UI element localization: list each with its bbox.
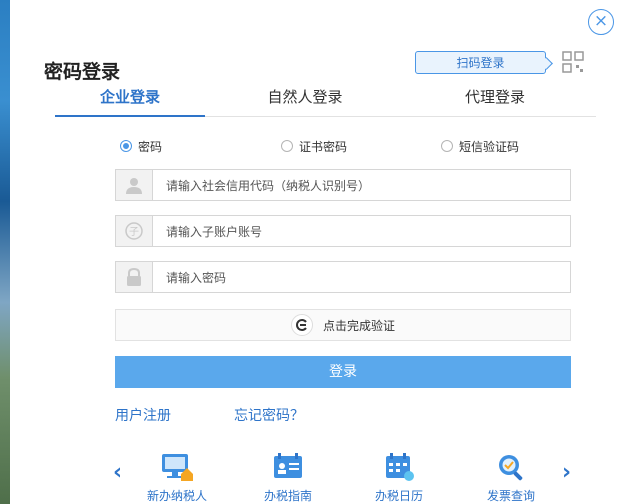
service-label: 办税日历 <box>374 489 423 503</box>
new-taxpayer-icon <box>162 454 193 481</box>
user-icon <box>116 170 153 200</box>
login-tabs: 企业登录 自然人登录 代理登录 <box>55 86 596 117</box>
svg-text:子: 子 <box>129 226 139 238</box>
sub-account-icon: 子 <box>116 216 153 246</box>
radio-label: 短信验证码 <box>459 139 520 154</box>
guide-icon <box>274 453 302 478</box>
sub-account-input[interactable] <box>164 221 563 243</box>
next-arrow-icon[interactable]: › <box>562 460 571 485</box>
sub-account-field: 子 <box>115 215 571 247</box>
radio-sms[interactable]: 短信验证码 <box>441 137 519 155</box>
qr-login-button[interactable]: 扫码登录 <box>415 51 546 74</box>
service-new-taxpayer[interactable]: 新办纳税人 <box>132 452 222 504</box>
captcha-verify-button[interactable]: 点击完成验证 <box>115 309 571 341</box>
radio-dot-selected <box>120 140 132 152</box>
password-input[interactable] <box>164 267 563 289</box>
radio-label: 证书密码 <box>299 139 348 154</box>
qr-code-icon[interactable] <box>562 51 584 73</box>
radio-dot <box>441 140 453 152</box>
forgot-password-link[interactable]: 忘记密码？ <box>234 405 304 425</box>
tab-agent[interactable]: 代理登录 <box>415 86 575 116</box>
background-strip <box>0 0 10 504</box>
lock-icon <box>116 262 153 292</box>
verify-logo-icon <box>290 314 313 336</box>
credit-code-field <box>115 169 571 201</box>
radio-password[interactable]: 密码 <box>120 137 162 155</box>
service-invoice-query[interactable]: 发票查询 <box>466 452 556 504</box>
radio-dot <box>281 140 293 152</box>
service-label: 发票查询 <box>486 489 535 503</box>
close-icon[interactable]: × <box>588 9 614 35</box>
service-label: 新办纳税人 <box>146 489 207 503</box>
radio-label: 密码 <box>138 139 163 154</box>
service-tax-calendar[interactable]: 办税日历 <box>354 452 444 504</box>
tab-individual[interactable]: 自然人登录 <box>225 86 385 116</box>
dialog-title: 密码登录 <box>44 61 121 83</box>
tab-enterprise[interactable]: 企业登录 <box>55 86 205 117</box>
credit-code-input[interactable] <box>164 175 563 197</box>
calendar-icon <box>386 453 414 481</box>
radio-certificate[interactable]: 证书密码 <box>281 137 347 155</box>
prev-arrow-icon[interactable]: ‹ <box>113 460 122 485</box>
login-button[interactable]: 登录 <box>115 356 571 388</box>
register-link[interactable]: 用户注册 <box>115 405 171 425</box>
service-tax-guide[interactable]: 办税指南 <box>243 452 333 504</box>
invoice-search-icon <box>499 455 523 481</box>
service-label: 办税指南 <box>263 489 312 503</box>
verify-label: 点击完成验证 <box>322 318 395 333</box>
password-field <box>115 261 571 293</box>
